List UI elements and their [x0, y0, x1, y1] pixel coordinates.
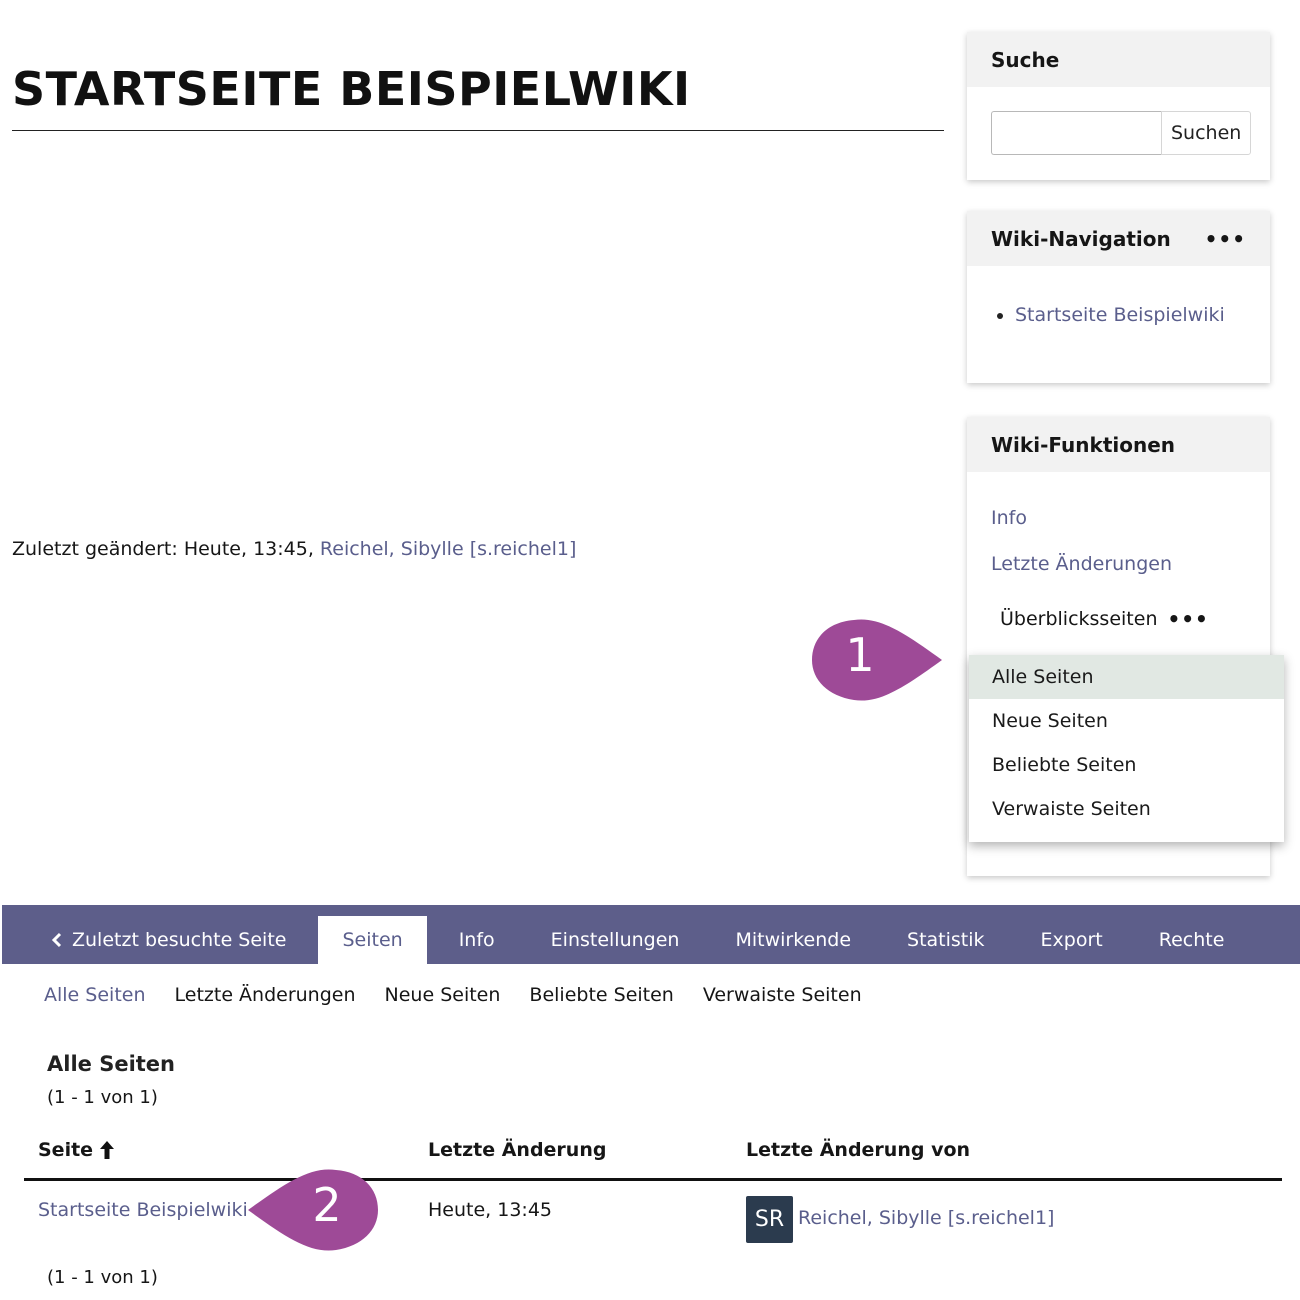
column-header-letzte-aenderung-von[interactable]: Letzte Änderung von: [746, 1139, 970, 1161]
wiki-navigation-list: Startseite Beispielwiki: [967, 304, 1270, 326]
search-block-header: Suche: [967, 32, 1270, 87]
page-title: STARTSEITE BEISPIELWIKI: [12, 62, 691, 116]
tab-info[interactable]: Info: [435, 916, 519, 964]
last-changed-user-link[interactable]: Reichel, Sibylle [s.reichel1]: [320, 538, 576, 560]
back-tab-label: Zuletzt besuchte Seite: [72, 929, 287, 951]
subtab-beliebte-seiten[interactable]: Beliebte Seiten: [529, 984, 673, 1006]
tab-seiten[interactable]: Seiten: [318, 916, 427, 964]
search-form: Suchen: [991, 111, 1270, 155]
tab-export[interactable]: Export: [1017, 916, 1127, 964]
pagination-range-top: (1 - 1 von 1): [47, 1087, 158, 1108]
more-horizontal-icon[interactable]: •••: [1205, 227, 1246, 251]
wiki-tab-bar: Zuletzt besuchte Seite Seiten Info Einst…: [2, 905, 1300, 964]
search-block-title: Suche: [991, 47, 1060, 72]
column-header-letzte-aenderung[interactable]: Letzte Änderung: [428, 1139, 606, 1161]
wiki-functions-title: Wiki-Funktionen: [991, 432, 1176, 457]
tab-rechte[interactable]: Rechte: [1135, 916, 1249, 964]
overview-pages-label: Überblicksseiten: [1000, 608, 1158, 630]
user-link[interactable]: Reichel, Sibylle [s.reichel1]: [798, 1207, 1054, 1229]
dropdown-item-alle-seiten[interactable]: Alle Seiten: [969, 655, 1284, 699]
nav-link-startseite[interactable]: Startseite Beispielwiki: [1015, 304, 1225, 326]
callout-number: 2: [312, 1178, 342, 1232]
subtab-alle-seiten[interactable]: Alle Seiten: [44, 984, 146, 1006]
callout-number: 1: [845, 628, 875, 682]
table-header-divider: [24, 1178, 1282, 1181]
search-button[interactable]: Suchen: [1161, 111, 1252, 155]
column-header-label: Seite: [38, 1139, 94, 1161]
title-divider: [12, 130, 944, 131]
wiki-navigation-block: Wiki-Navigation ••• Startseite Beispielw…: [967, 211, 1270, 383]
arrow-up-icon: [100, 1141, 115, 1159]
avatar: SR: [746, 1196, 793, 1243]
last-changed-text: Zuletzt geändert: Heute, 13:45,: [12, 538, 314, 560]
page-link[interactable]: Startseite Beispielwiki: [38, 1199, 248, 1221]
subtab-verwaiste-seiten[interactable]: Verwaiste Seiten: [703, 984, 862, 1006]
wiki-navigation-title: Wiki-Navigation: [991, 226, 1171, 251]
subtab-neue-seiten[interactable]: Neue Seiten: [385, 984, 501, 1006]
overview-pages-toggle[interactable]: Überblicksseiten •••: [1000, 607, 1209, 631]
column-header-seite[interactable]: Seite: [38, 1139, 115, 1161]
more-horizontal-icon: •••: [1167, 607, 1209, 631]
tab-statistik[interactable]: Statistik: [883, 916, 1009, 964]
callout-marker-2: 2: [240, 1166, 380, 1254]
tab-einstellungen[interactable]: Einstellungen: [527, 916, 704, 964]
callout-marker-1: 1: [810, 616, 950, 704]
search-block: Suche Suchen: [967, 32, 1270, 180]
overview-pages-dropdown: Alle Seiten Neue Seiten Beliebte Seiten …: [969, 655, 1284, 842]
section-title: Alle Seiten: [47, 1052, 175, 1076]
search-input[interactable]: [991, 111, 1161, 155]
dropdown-item-neue-seiten[interactable]: Neue Seiten: [969, 699, 1284, 743]
wiki-navigation-header: Wiki-Navigation •••: [967, 211, 1270, 266]
subtab-letzte-aenderungen[interactable]: Letzte Änderungen: [175, 984, 356, 1006]
pagination-range-bottom: (1 - 1 von 1): [47, 1267, 158, 1288]
back-to-last-page-tab[interactable]: Zuletzt besuchte Seite: [26, 916, 310, 964]
subtab-bar: Alle Seiten Letzte Änderungen Neue Seite…: [44, 984, 862, 1006]
function-link-letzte-aenderungen[interactable]: Letzte Änderungen: [991, 553, 1172, 575]
wiki-functions-header: Wiki-Funktionen: [967, 417, 1270, 472]
last-changed-info: Zuletzt geändert: Heute, 13:45, Reichel,…: [12, 538, 576, 560]
function-link-info[interactable]: Info: [991, 507, 1027, 529]
last-changed-cell: Heute, 13:45: [428, 1199, 552, 1221]
dropdown-item-verwaiste-seiten[interactable]: Verwaiste Seiten: [969, 787, 1284, 831]
chevron-left-icon: [51, 932, 62, 948]
tab-mitwirkende[interactable]: Mitwirkende: [711, 916, 875, 964]
dropdown-item-beliebte-seiten[interactable]: Beliebte Seiten: [969, 743, 1284, 787]
list-item: Startseite Beispielwiki: [1015, 304, 1270, 326]
